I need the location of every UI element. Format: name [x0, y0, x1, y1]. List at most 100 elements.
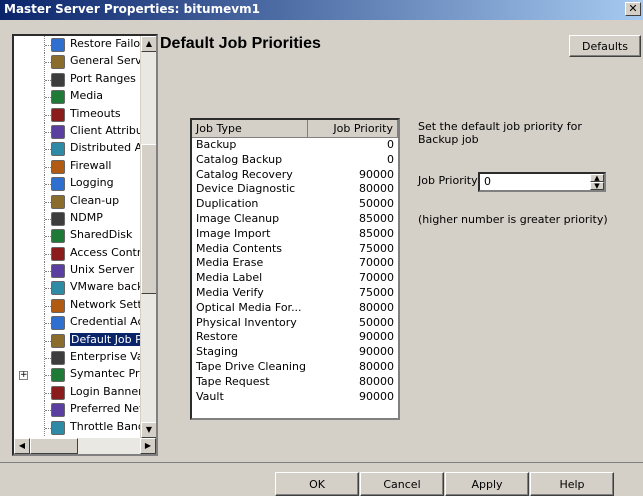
scroll-down-icon[interactable]: ▼: [141, 422, 156, 438]
login-banner-icon: [51, 385, 65, 400]
tree-connector: [44, 401, 53, 419]
job-priority-stepper[interactable]: 0 ▲ ▼: [478, 172, 606, 192]
job-priority-cell: 75000: [359, 241, 394, 255]
ok-button[interactable]: OK: [275, 472, 359, 496]
tree-item-label: Access Contro: [70, 245, 140, 259]
table-row[interactable]: Media Erase 70000: [192, 256, 398, 271]
tree-connector: [44, 192, 53, 210]
job-type-cell: Restore: [196, 330, 238, 344]
tree-item-shareddisk[interactable]: SharedDisk: [14, 227, 140, 245]
job-priority-cell: 50000: [359, 315, 394, 329]
spin-buttons[interactable]: ▲ ▼: [590, 174, 604, 190]
tree-item-network-settings[interactable]: Network Settin: [14, 296, 140, 314]
credential-access-icon: [51, 316, 65, 331]
tree-item-credential-access[interactable]: Credential Acc: [14, 314, 140, 332]
table-row[interactable]: Media Contents 75000: [192, 242, 398, 257]
table-row[interactable]: Catalog Backup 0: [192, 153, 398, 168]
job-priority-value: 0: [484, 175, 491, 188]
tree-connector: [44, 349, 53, 367]
scroll-right-icon[interactable]: ▶: [140, 438, 156, 454]
job-type-cell: Image Cleanup: [196, 211, 280, 225]
tree-item-distributed-app[interactable]: Distributed App: [14, 140, 140, 158]
default-job-priority-icon: [51, 333, 65, 348]
job-priority-cell: 0: [387, 152, 394, 166]
tree-item-timeouts[interactable]: Timeouts: [14, 105, 140, 123]
cancel-button[interactable]: Cancel: [360, 472, 444, 496]
tree-item-label: Enterprise Vau: [70, 350, 140, 364]
throttle-bandwidth-icon: [51, 420, 65, 435]
table-row[interactable]: Duplication 50000: [192, 197, 398, 212]
tree-connector: [44, 262, 53, 280]
cleanup-icon: [51, 194, 65, 209]
table-row[interactable]: Device Diagnostic 80000: [192, 182, 398, 197]
tree-item-cleanup[interactable]: Clean-up: [14, 192, 140, 210]
job-priority-cell: 70000: [359, 271, 394, 285]
table-row[interactable]: Catalog Recovery 90000: [192, 168, 398, 183]
shareddisk-icon: [51, 229, 65, 244]
column-header-job-type[interactable]: Job Type: [192, 120, 308, 138]
tree-item-symantec-products[interactable]: + Symantec Proc: [14, 366, 140, 384]
tree-item-preferred-network[interactable]: Preferred Netv: [14, 401, 140, 419]
table-row[interactable]: Media Verify 75000: [192, 286, 398, 301]
table-row[interactable]: Physical Inventory 50000: [192, 316, 398, 331]
vertical-scroll-thumb[interactable]: [141, 144, 156, 294]
column-header-job-priority[interactable]: Job Priority: [308, 120, 398, 138]
close-icon[interactable]: ✕: [625, 2, 641, 16]
tree-item-restore-failover[interactable]: Restore Failov: [14, 36, 140, 53]
table-row[interactable]: Staging 90000: [192, 345, 398, 360]
tree-item-general-server[interactable]: General Server: [14, 53, 140, 71]
horizontal-scroll-thumb[interactable]: [30, 438, 78, 454]
tree-connector: [44, 331, 53, 349]
job-priority-cell: 80000: [359, 182, 394, 196]
tree-item-label: Restore Failov: [70, 37, 140, 50]
settings-tree[interactable]: Restore Failov General Server Port Ranges M…: [12, 34, 158, 456]
tree-item-access-control[interactable]: Access Contro: [14, 244, 140, 262]
spin-down-icon[interactable]: ▼: [590, 182, 604, 190]
tree-item-label: Preferred Netv: [70, 402, 140, 416]
expand-plus-icon[interactable]: +: [19, 371, 28, 381]
apply-button[interactable]: Apply: [445, 472, 529, 496]
scroll-up-icon[interactable]: ▲: [141, 36, 156, 52]
tree-connector: [44, 314, 53, 332]
tree-item-unix-server[interactable]: Unix Server: [14, 262, 140, 280]
job-type-cell: Vault: [196, 389, 224, 403]
priority-hint: (higher number is greater priority): [418, 213, 608, 226]
tree-item-throttle-bandwidth[interactable]: Throttle Bandv: [14, 418, 140, 436]
table-row[interactable]: Image Cleanup 85000: [192, 212, 398, 227]
table-row[interactable]: Image Import 85000: [192, 227, 398, 242]
table-body: Backup 0 Catalog Backup 0 Catalog Recovery 90…: [192, 138, 398, 404]
spin-up-icon[interactable]: ▲: [590, 174, 604, 182]
window-title: Master Server Properties: bitumevm1: [4, 2, 260, 16]
tree-item-firewall[interactable]: Firewall: [14, 157, 140, 175]
tree-item-ndmp[interactable]: NDMP: [14, 209, 140, 227]
job-type-cell: Catalog Backup: [196, 152, 283, 166]
table-row[interactable]: Backup 0: [192, 138, 398, 153]
help-button[interactable]: Help: [530, 472, 614, 496]
tree-item-port-ranges[interactable]: Port Ranges: [14, 70, 140, 88]
defaults-button[interactable]: Defaults: [569, 35, 641, 57]
table-row[interactable]: Media Label 70000: [192, 271, 398, 286]
tree-horizontal-scrollbar[interactable]: ◀ ▶: [14, 438, 156, 454]
table-row[interactable]: Tape Request 80000: [192, 375, 398, 390]
tree-item-enterprise-vault[interactable]: Enterprise Vau: [14, 349, 140, 367]
tree-item-vmware-backup[interactable]: VMware backu: [14, 279, 140, 297]
tree-item-media[interactable]: Media: [14, 88, 140, 106]
port-ranges-icon: [51, 72, 65, 87]
tree-vertical-scrollbar[interactable]: ▲ ▼: [140, 36, 156, 438]
job-type-cell: Physical Inventory: [196, 315, 297, 329]
tree-connector: [44, 36, 53, 53]
job-priority-table[interactable]: Job Type Job Priority Backup 0 Catalog Bac…: [190, 118, 400, 420]
tree-item-label: Logging: [70, 176, 114, 190]
table-row[interactable]: Optical Media For... 80000: [192, 301, 398, 316]
table-row[interactable]: Vault 90000: [192, 390, 398, 405]
tree-connector: [44, 209, 53, 227]
tree-item-label: Network Settin: [70, 297, 140, 311]
scroll-left-icon[interactable]: ◀: [14, 438, 30, 454]
tree-item-logging[interactable]: Logging: [14, 175, 140, 193]
tree-item-login-banner[interactable]: Login Banner C: [14, 383, 140, 401]
table-row[interactable]: Tape Drive Cleaning 80000: [192, 360, 398, 375]
job-type-cell: Duplication: [196, 197, 259, 211]
table-row[interactable]: Restore 90000: [192, 330, 398, 345]
tree-item-default-job-priority[interactable]: Default Job Pri: [14, 331, 140, 349]
tree-item-client-attributes[interactable]: Client Attribute: [14, 122, 140, 140]
